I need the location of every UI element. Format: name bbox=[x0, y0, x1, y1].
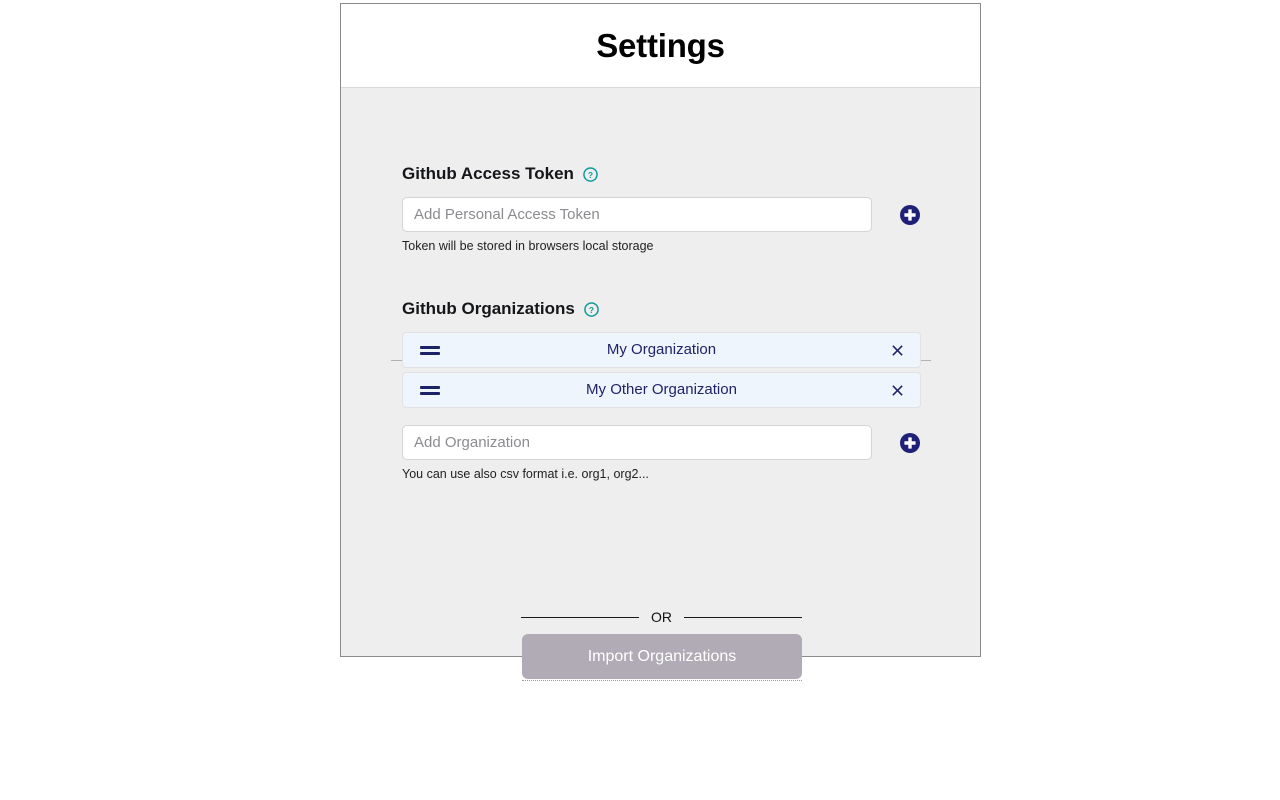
organizations-list: My Organization My Other Organization bbox=[402, 332, 921, 408]
remove-organization-button[interactable] bbox=[889, 382, 905, 398]
help-circle-icon[interactable]: ? bbox=[584, 301, 599, 317]
token-helper-text: Token will be stored in browsers local s… bbox=[402, 239, 654, 253]
github-organizations-section: Github Organizations ? My Organization M… bbox=[402, 299, 921, 482]
list-item[interactable]: My Organization bbox=[402, 332, 921, 368]
import-button-underline bbox=[522, 680, 802, 681]
token-label-row: Github Access Token ? bbox=[402, 164, 921, 184]
svg-text:?: ? bbox=[588, 169, 593, 179]
organization-input-row bbox=[402, 425, 921, 460]
card-header: Settings bbox=[341, 4, 980, 88]
page-root: Settings Github Access Token ? Add Perso… bbox=[0, 0, 1280, 800]
organization-input[interactable] bbox=[402, 425, 872, 460]
organization-helper-text: You can use also csv format i.e. org1, o… bbox=[402, 467, 649, 481]
or-divider: OR bbox=[521, 609, 802, 625]
add-organization-button[interactable] bbox=[899, 432, 921, 454]
add-token-button[interactable] bbox=[899, 204, 921, 226]
organization-name: My Organization bbox=[606, 341, 717, 358]
svg-text:?: ? bbox=[589, 304, 594, 314]
or-divider-line-left bbox=[521, 616, 639, 618]
or-divider-line-right bbox=[684, 616, 802, 618]
organization-name: My Other Organization bbox=[586, 381, 737, 398]
organizations-section-label: Github Organizations bbox=[402, 299, 575, 318]
token-input-row bbox=[402, 197, 921, 232]
drag-handle-icon[interactable] bbox=[420, 384, 440, 396]
or-divider-label: OR bbox=[651, 609, 672, 625]
list-item[interactable]: My Other Organization bbox=[402, 372, 921, 408]
drag-handle-icon[interactable] bbox=[420, 344, 440, 356]
remove-organization-button[interactable] bbox=[889, 342, 905, 358]
card-body: Github Access Token ? Add Personal Acces… bbox=[341, 88, 980, 681]
github-access-token-section: Github Access Token ? Add Personal Acces… bbox=[402, 164, 921, 254]
settings-card: Settings Github Access Token ? Add Perso… bbox=[340, 3, 981, 681]
token-input[interactable] bbox=[402, 197, 872, 232]
help-circle-icon[interactable]: ? bbox=[583, 166, 598, 182]
token-section-label: Github Access Token bbox=[402, 164, 574, 183]
import-organizations-button[interactable]: Import Organizations bbox=[522, 634, 802, 679]
page-title: Settings bbox=[596, 26, 725, 64]
organizations-label-row: Github Organizations ? bbox=[402, 299, 921, 319]
add-organization-row: You can use also csv format i.e. org1, o… bbox=[402, 425, 921, 482]
